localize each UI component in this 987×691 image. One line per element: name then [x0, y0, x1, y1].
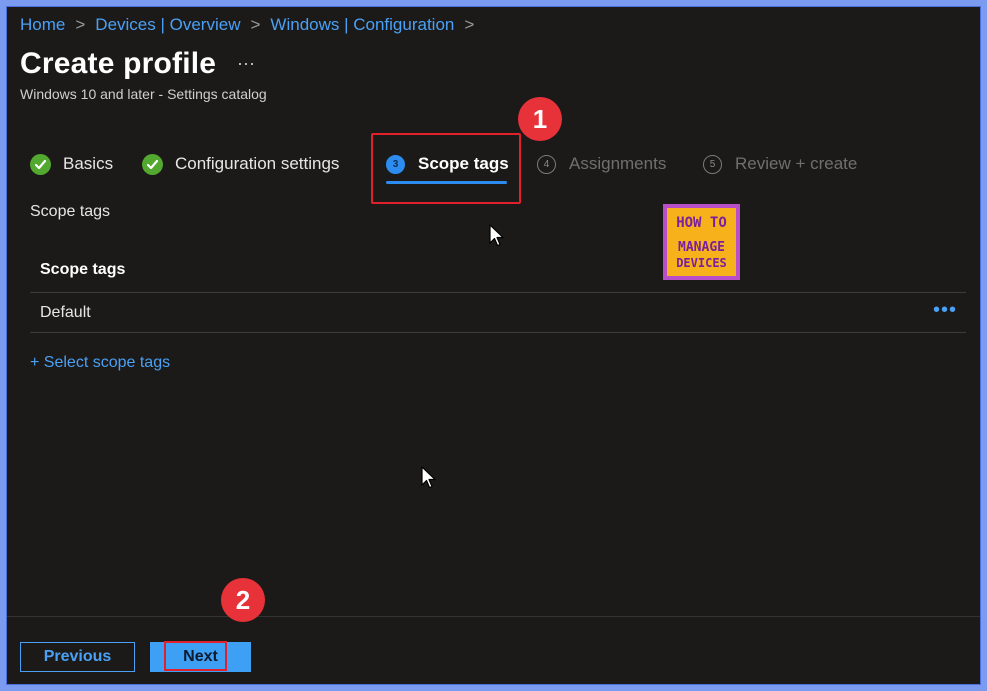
- more-options-icon[interactable]: ···: [237, 53, 255, 74]
- step-configuration-settings[interactable]: Configuration settings: [142, 149, 339, 179]
- step-assignments[interactable]: 4 Assignments: [537, 149, 666, 179]
- previous-button[interactable]: Previous: [20, 642, 135, 672]
- footer-divider: [7, 616, 980, 617]
- mouse-pointer-icon: [489, 224, 504, 247]
- page-subtitle: Windows 10 and later - Settings catalog: [20, 86, 267, 102]
- checkmark-icon: [30, 153, 51, 175]
- logo-text-line2: MANAGE: [678, 240, 725, 255]
- howto-manage-devices-logo: HOW TO MANAGE DEVICES: [663, 204, 740, 280]
- create-profile-window: Home > Devices | Overview > Windows | Co…: [6, 6, 981, 685]
- mouse-pointer-icon: [421, 466, 436, 489]
- step-basics[interactable]: Basics: [30, 149, 113, 179]
- row-label: Default: [40, 304, 91, 321]
- breadcrumb-windows-configuration[interactable]: Windows | Configuration: [270, 15, 454, 35]
- step-label: Configuration settings: [175, 154, 340, 173]
- step-number-icon: 5: [703, 154, 722, 174]
- breadcrumb-devices-overview[interactable]: Devices | Overview: [95, 15, 240, 35]
- chevron-right-icon: >: [464, 15, 475, 34]
- step-number-icon: 4: [537, 154, 556, 174]
- annotation-highlight-box: [371, 133, 521, 204]
- chevron-right-icon: >: [75, 15, 86, 34]
- section-label: Scope tags: [30, 203, 111, 220]
- checkmark-icon: [142, 153, 163, 175]
- breadcrumb: Home > Devices | Overview > Windows | Co…: [20, 13, 484, 37]
- step-review-create[interactable]: 5 Review + create: [703, 149, 857, 179]
- select-scope-tags-link[interactable]: + Select scope tags: [30, 354, 170, 372]
- step-label: Review + create: [735, 154, 858, 173]
- annotation-badge-2: 2: [221, 578, 265, 622]
- breadcrumb-home[interactable]: Home: [20, 15, 65, 35]
- page-title: Create profile: [20, 47, 217, 80]
- step-label: Assignments: [569, 154, 667, 173]
- annotation-highlight-box: [164, 641, 227, 671]
- table-row[interactable]: Default •••: [30, 293, 966, 333]
- chevron-right-icon: >: [250, 15, 261, 34]
- step-label: Basics: [63, 154, 114, 173]
- logo-text-line3: DEVICES: [676, 256, 727, 270]
- row-more-icon[interactable]: •••: [933, 299, 957, 322]
- divider: [30, 332, 966, 333]
- logo-text-line1: HOW TO: [676, 215, 727, 231]
- table-header-scope-tags: Scope tags: [40, 261, 126, 278]
- annotation-badge-1: 1: [518, 97, 562, 141]
